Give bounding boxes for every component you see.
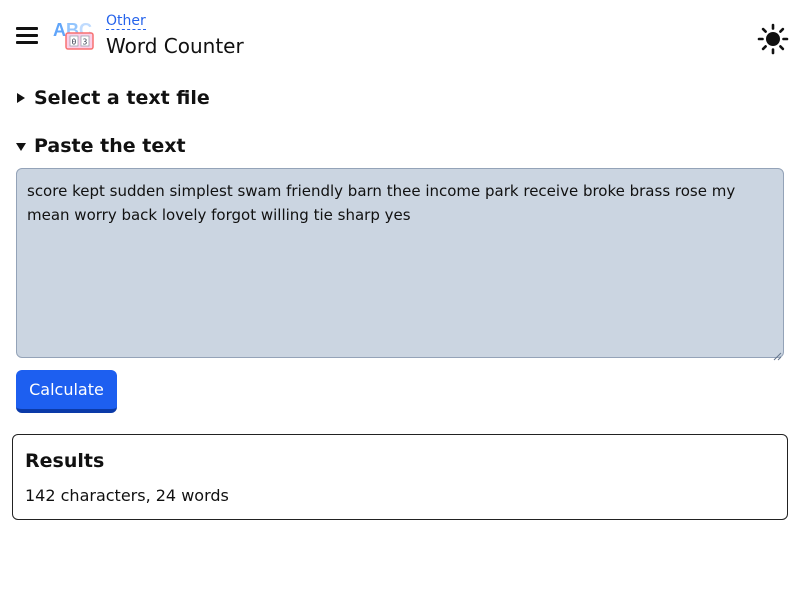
word-counter-page: A B C 0 3 Other Word Counter Select a te…	[0, 0, 800, 600]
triangle-down-icon	[16, 143, 26, 151]
triangle-right-icon	[17, 93, 25, 103]
app-logo-icon: A B C 0 3	[52, 18, 96, 52]
paste-text-label: Paste the text	[34, 135, 186, 157]
results-title: Results	[25, 450, 105, 472]
breadcrumb-other[interactable]: Other	[106, 13, 146, 30]
svg-text:0: 0	[72, 38, 77, 47]
select-file-summary[interactable]: Select a text file	[16, 86, 210, 110]
paste-text-summary[interactable]: Paste the text	[16, 134, 186, 158]
calculate-button[interactable]: Calculate	[16, 370, 117, 413]
svg-text:3: 3	[83, 38, 88, 47]
results-panel: Results 142 characters, 24 words	[12, 434, 788, 520]
results-value: 142 characters, 24 words	[25, 486, 229, 505]
svg-text:A: A	[53, 20, 66, 40]
text-input[interactable]: score kept sudden simplest swam friendly…	[16, 168, 784, 358]
select-file-label: Select a text file	[34, 87, 210, 109]
sun-icon[interactable]	[757, 23, 789, 55]
hamburger-menu-icon[interactable]	[14, 26, 40, 46]
resize-handle-icon[interactable]	[772, 346, 782, 361]
page-title: Word Counter	[106, 34, 244, 58]
